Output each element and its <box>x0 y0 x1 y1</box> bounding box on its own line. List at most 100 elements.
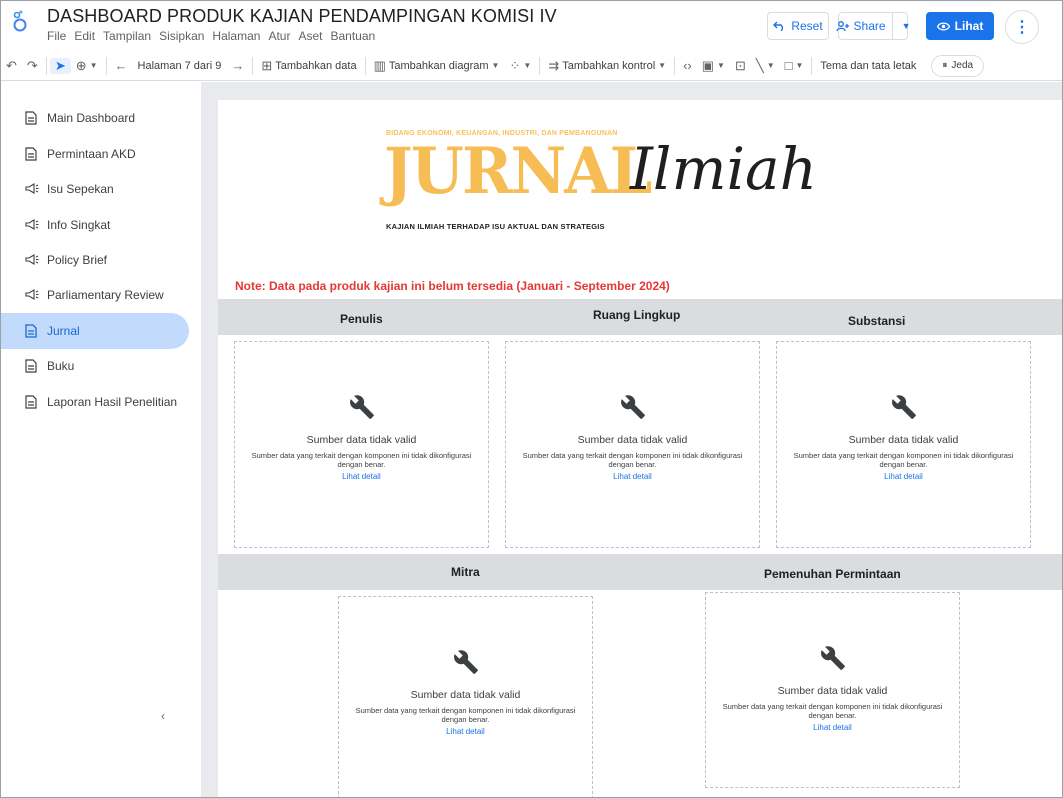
view-details-link[interactable]: Lihat detail <box>884 472 923 481</box>
section-header-bar <box>218 554 1062 590</box>
view-details-link[interactable]: Lihat detail <box>342 472 381 481</box>
menu-assets[interactable]: Aset <box>298 29 322 43</box>
insert-shape-button[interactable]: □ ▼ <box>780 58 809 73</box>
sidebar-item-main-dashboard[interactable]: Main Dashboard <box>1 100 189 136</box>
sidebar-item-label: Info Singkat <box>47 218 111 232</box>
banner-title[interactable]: JURNAL <box>384 140 652 204</box>
widget-error-description: Sumber data yang terkait dengan komponen… <box>722 702 943 720</box>
add-chart-button[interactable]: ▥ Tambahkan diagram ▼ <box>369 58 505 74</box>
toolbar-divider <box>811 56 813 75</box>
next-page-button[interactable]: → <box>226 58 249 73</box>
section-title-mitra[interactable]: Mitra <box>451 565 480 579</box>
undo-icon: ↶ <box>6 57 17 73</box>
insert-text-button[interactable]: ⊡ <box>730 58 751 74</box>
view-label: Lihat <box>954 19 984 33</box>
chart-penulis[interactable]: Sumber data tidak valid Sumber data yang… <box>234 341 489 548</box>
embed-url-button[interactable]: ‹› <box>678 58 697 73</box>
widget-error-description: Sumber data yang terkait dengan komponen… <box>251 451 472 469</box>
view-details-link[interactable]: Lihat detail <box>446 727 485 736</box>
document-title[interactable]: DASHBOARD PRODUK KAJIAN PENDAMPINGAN KOM… <box>47 6 557 27</box>
section-title-penulis[interactable]: Penulis <box>340 312 383 326</box>
menu-insert[interactable]: Sisipkan <box>159 29 204 43</box>
view-button[interactable]: Lihat <box>926 12 994 40</box>
theme-layout-button[interactable]: Tema dan tata letak <box>815 60 921 72</box>
wrench-icon <box>349 395 374 419</box>
invalid-source-message: Sumber data tidak valid Sumber data yang… <box>706 645 959 732</box>
megaphone-icon <box>25 289 47 301</box>
wrench-icon <box>620 395 645 419</box>
redo-icon: ↷ <box>26 57 38 73</box>
community-viz-icon: ⁘ <box>509 57 521 73</box>
code-icon: ‹› <box>683 58 692 73</box>
chart-substansi[interactable]: Sumber data tidak valid Sumber data yang… <box>776 341 1031 548</box>
chart-pemenuhan-permintaan[interactable]: Sumber data tidak valid Sumber data yang… <box>705 592 960 788</box>
menu-view[interactable]: Tampilan <box>103 29 151 43</box>
sidebar-item-label: Permintaan AKD <box>47 147 136 161</box>
toolbar-divider <box>674 56 676 75</box>
widget-error-title: Sumber data tidak valid <box>410 689 521 701</box>
menu-file[interactable]: File <box>47 29 66 43</box>
sidebar-item-laporan-hasil-penelitian[interactable]: Laporan Hasil Penelitian <box>1 384 189 420</box>
toolbar-divider <box>45 56 47 75</box>
menu-help[interactable]: Bantuan <box>330 29 375 43</box>
widget-error-description: Sumber data yang terkait dengan komponen… <box>522 451 743 469</box>
page-indicator[interactable]: Halaman 7 dari 9 <box>133 60 227 72</box>
share-button[interactable]: Share ▼ <box>835 12 911 40</box>
view-details-link[interactable]: Lihat detail <box>613 472 652 481</box>
sidebar-item-buku[interactable]: Buku <box>1 348 189 384</box>
eye-icon <box>936 21 950 31</box>
looker-studio-logo-icon[interactable] <box>11 9 29 33</box>
toolbar-divider <box>105 56 107 75</box>
share-dropdown-icon[interactable]: ▼ <box>898 21 911 31</box>
insert-line-button[interactable]: ╲ ▼ <box>751 58 780 74</box>
section-title-pemenuhan-permintaan[interactable]: Pemenuhan Permintaan <box>764 567 901 581</box>
section-title-substansi[interactable]: Substansi <box>848 314 905 328</box>
more-options-icon[interactable]: ⋮ <box>1005 10 1039 44</box>
document-icon <box>25 359 47 373</box>
insert-image-button[interactable]: ▣ ▼ <box>697 58 730 74</box>
invalid-source-message: Sumber data tidak valid Sumber data yang… <box>235 394 488 481</box>
sidebar-item-label: Isu Sepekan <box>47 182 114 196</box>
select-tool[interactable]: ➤ <box>49 57 71 74</box>
app-window: DASHBOARD PRODUK KAJIAN PENDAMPINGAN KOM… <box>0 0 1063 798</box>
sidebar-item-isu-sepekan[interactable]: Isu Sepekan <box>1 171 189 207</box>
undo-button[interactable]: ↶ <box>1 58 22 74</box>
chevron-down-icon: ▼ <box>523 61 532 70</box>
pause-button[interactable]: ⏸ Jeda <box>931 54 985 77</box>
add-control-button[interactable]: ⇉ Tambahkan kontrol ▼ <box>543 58 671 74</box>
banner-tagline[interactable]: KAJIAN ILMIAH TERHADAP ISU AKTUAL DAN ST… <box>386 222 605 231</box>
share-main[interactable]: Share <box>835 13 893 39</box>
add-control-label: Tambahkan kontrol <box>562 59 656 72</box>
add-control-icon: ⇉ <box>548 57 560 73</box>
menu-bar: File Edit Tampilan Sisipkan Halaman Atur… <box>47 29 375 43</box>
sidebar-item-parliamentary-review[interactable]: Parliamentary Review <box>1 277 189 313</box>
toolbar-divider <box>539 56 541 75</box>
megaphone-icon <box>25 254 47 266</box>
sidebar-item-jurnal[interactable]: Jurnal <box>1 313 189 349</box>
sidebar-item-policy-brief[interactable]: Policy Brief <box>1 242 189 278</box>
menu-edit[interactable]: Edit <box>74 29 95 43</box>
reset-button[interactable]: Reset <box>767 12 829 40</box>
data-availability-note[interactable]: Note: Data pada produk kajian ini belum … <box>235 279 670 293</box>
chart-mitra[interactable]: Sumber data tidak valid Sumber data yang… <box>338 596 593 797</box>
redo-button[interactable]: ↷ <box>22 58 43 74</box>
add-data-button[interactable]: ⊞ Tambahkan data <box>256 58 361 74</box>
chart-ruang-lingkup[interactable]: Sumber data tidak valid Sumber data yang… <box>505 341 760 548</box>
collapse-sidebar-icon[interactable]: ‹ <box>161 709 165 723</box>
sidebar-item-permintaan-akd[interactable]: Permintaan AKD <box>1 136 189 172</box>
document-icon <box>25 395 47 409</box>
chevron-down-icon: ▼ <box>795 61 804 70</box>
view-details-link[interactable]: Lihat detail <box>813 723 852 732</box>
menu-page[interactable]: Halaman <box>212 29 260 43</box>
community-viz-button[interactable]: ⁘ ▼ <box>504 58 536 74</box>
line-icon: ╲ <box>755 57 764 73</box>
toolbar-divider <box>252 56 254 75</box>
sidebar-item-info-singkat[interactable]: Info Singkat <box>1 207 189 243</box>
widget-error-title: Sumber data tidak valid <box>848 434 959 446</box>
previous-page-button[interactable]: ← <box>110 58 133 73</box>
menu-arrange[interactable]: Atur <box>268 29 290 43</box>
banner-script-title[interactable]: Ilmiah <box>630 140 817 198</box>
sidebar-item-label: Main Dashboard <box>47 111 136 125</box>
zoom-button[interactable]: ⊕ ▼ <box>71 58 103 74</box>
section-title-ruang-lingkup[interactable]: Ruang Lingkup <box>593 308 680 322</box>
